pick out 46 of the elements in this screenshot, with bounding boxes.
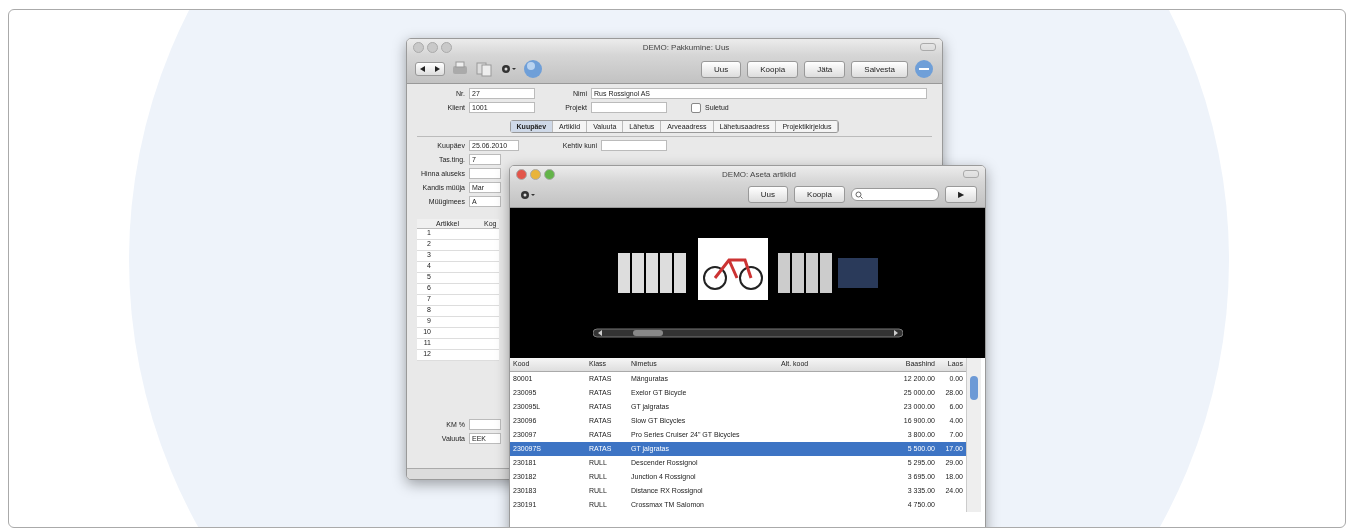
toolbar-button[interactable]: Jäta: [804, 60, 846, 78]
play-button[interactable]: ▶: [945, 186, 977, 203]
minimize-button[interactable]: [427, 41, 438, 53]
toolbar-button[interactable]: Uus: [701, 60, 742, 78]
record-navigation[interactable]: [415, 62, 445, 76]
toolbar-button[interactable]: Koopia: [794, 186, 845, 203]
table-cell[interactable]: [481, 306, 499, 317]
globe-icon[interactable]: [523, 59, 543, 79]
help-circle-icon[interactable]: [914, 59, 934, 79]
close-button[interactable]: [516, 168, 527, 180]
input-field[interactable]: [469, 168, 501, 179]
toolbar-button[interactable]: Salvesta: [851, 60, 908, 78]
toolbar-button[interactable]: Koopia: [747, 60, 799, 78]
input-field[interactable]: [469, 419, 501, 430]
minimize-button[interactable]: [530, 168, 541, 180]
gear-menu-icon[interactable]: [499, 62, 517, 76]
table-cell[interactable]: [481, 262, 499, 273]
table-cell[interactable]: [481, 251, 499, 262]
input-field[interactable]: [601, 140, 667, 151]
table-cell[interactable]: [481, 295, 499, 306]
scroll-bar[interactable]: [966, 358, 981, 512]
window-title: DEMO: Pakkumine: Uus: [641, 42, 731, 52]
zoom-button[interactable]: [441, 41, 452, 53]
close-button[interactable]: [413, 41, 424, 53]
documents-icon[interactable]: [475, 61, 493, 77]
table-cell[interactable]: [481, 339, 499, 350]
scroll-thumb[interactable]: [970, 376, 978, 400]
zoom-button[interactable]: [544, 168, 555, 180]
table-cell[interactable]: [481, 328, 499, 339]
table-cell[interactable]: [481, 350, 499, 361]
table-cell[interactable]: [481, 273, 499, 284]
table-cell[interactable]: [481, 317, 499, 328]
table-cell[interactable]: [481, 240, 499, 251]
toolbar-button[interactable]: Uus: [747, 186, 789, 203]
window-title: DEMO: Aseta artiklid: [721, 169, 797, 179]
header-corner: [417, 219, 433, 229]
search-icon: [855, 190, 863, 199]
input-field[interactable]: [591, 102, 667, 113]
toolbar-toggle-button[interactable]: [920, 43, 936, 51]
toolbar-toggle-button[interactable]: [963, 170, 979, 178]
table-cell[interactable]: [481, 229, 499, 240]
checkbox[interactable]: [691, 102, 701, 113]
scroll-bar-drawing[interactable]: [592, 328, 903, 338]
printer-icon[interactable]: [451, 61, 469, 77]
search-field[interactable]: [851, 188, 939, 201]
table-cell[interactable]: [481, 284, 499, 295]
